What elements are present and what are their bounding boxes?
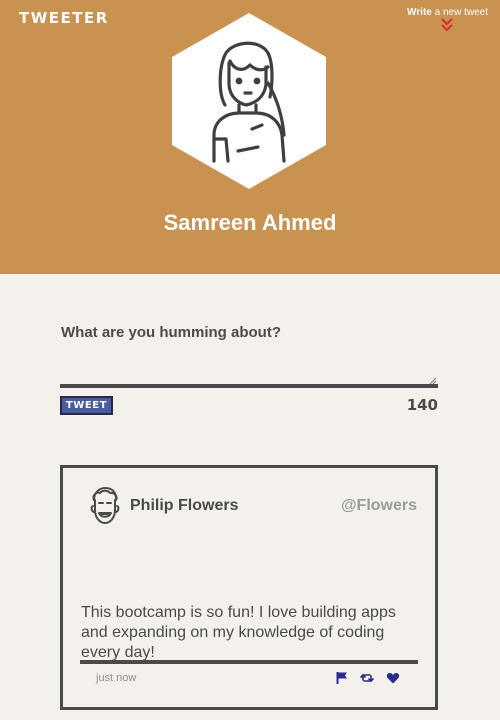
- write-link-bold: Write: [407, 7, 432, 18]
- tweet-button[interactable]: TWEET: [60, 396, 113, 415]
- brand-logo[interactable]: TWEETER: [19, 9, 109, 27]
- profile-name: Samreen Ahmed: [163, 210, 337, 235]
- write-link-rest: a new tweet: [431, 7, 488, 18]
- flag-icon[interactable]: [335, 671, 349, 685]
- profile-avatar: [172, 13, 326, 189]
- tweet-textarea[interactable]: [60, 346, 438, 388]
- write-new-tweet-link[interactable]: Write a new tweet: [407, 7, 488, 18]
- tweet-timestamp: just now: [96, 672, 137, 684]
- retweet-icon[interactable]: [360, 671, 374, 685]
- tweet-author-name: Philip Flowers: [130, 497, 239, 514]
- user-avatar: [90, 487, 120, 524]
- double-chevron-down-icon[interactable]: [440, 18, 454, 32]
- tweet-divider: [80, 660, 418, 664]
- resize-handle-icon[interactable]: [429, 377, 437, 385]
- composer-prompt: What are you humming about?: [61, 324, 281, 341]
- character-counter: 140: [406, 396, 438, 414]
- profile-header: TWEETER Write a new tweet Samreen Ahmed: [0, 0, 500, 274]
- tweet-author-handle: @Flowers: [340, 497, 417, 514]
- heart-icon[interactable]: [386, 671, 400, 685]
- tweet-text: This bootcamp is so fun! I love building…: [81, 604, 396, 661]
- tweet-card: Philip Flowers @Flowers This bootcamp is…: [60, 465, 438, 710]
